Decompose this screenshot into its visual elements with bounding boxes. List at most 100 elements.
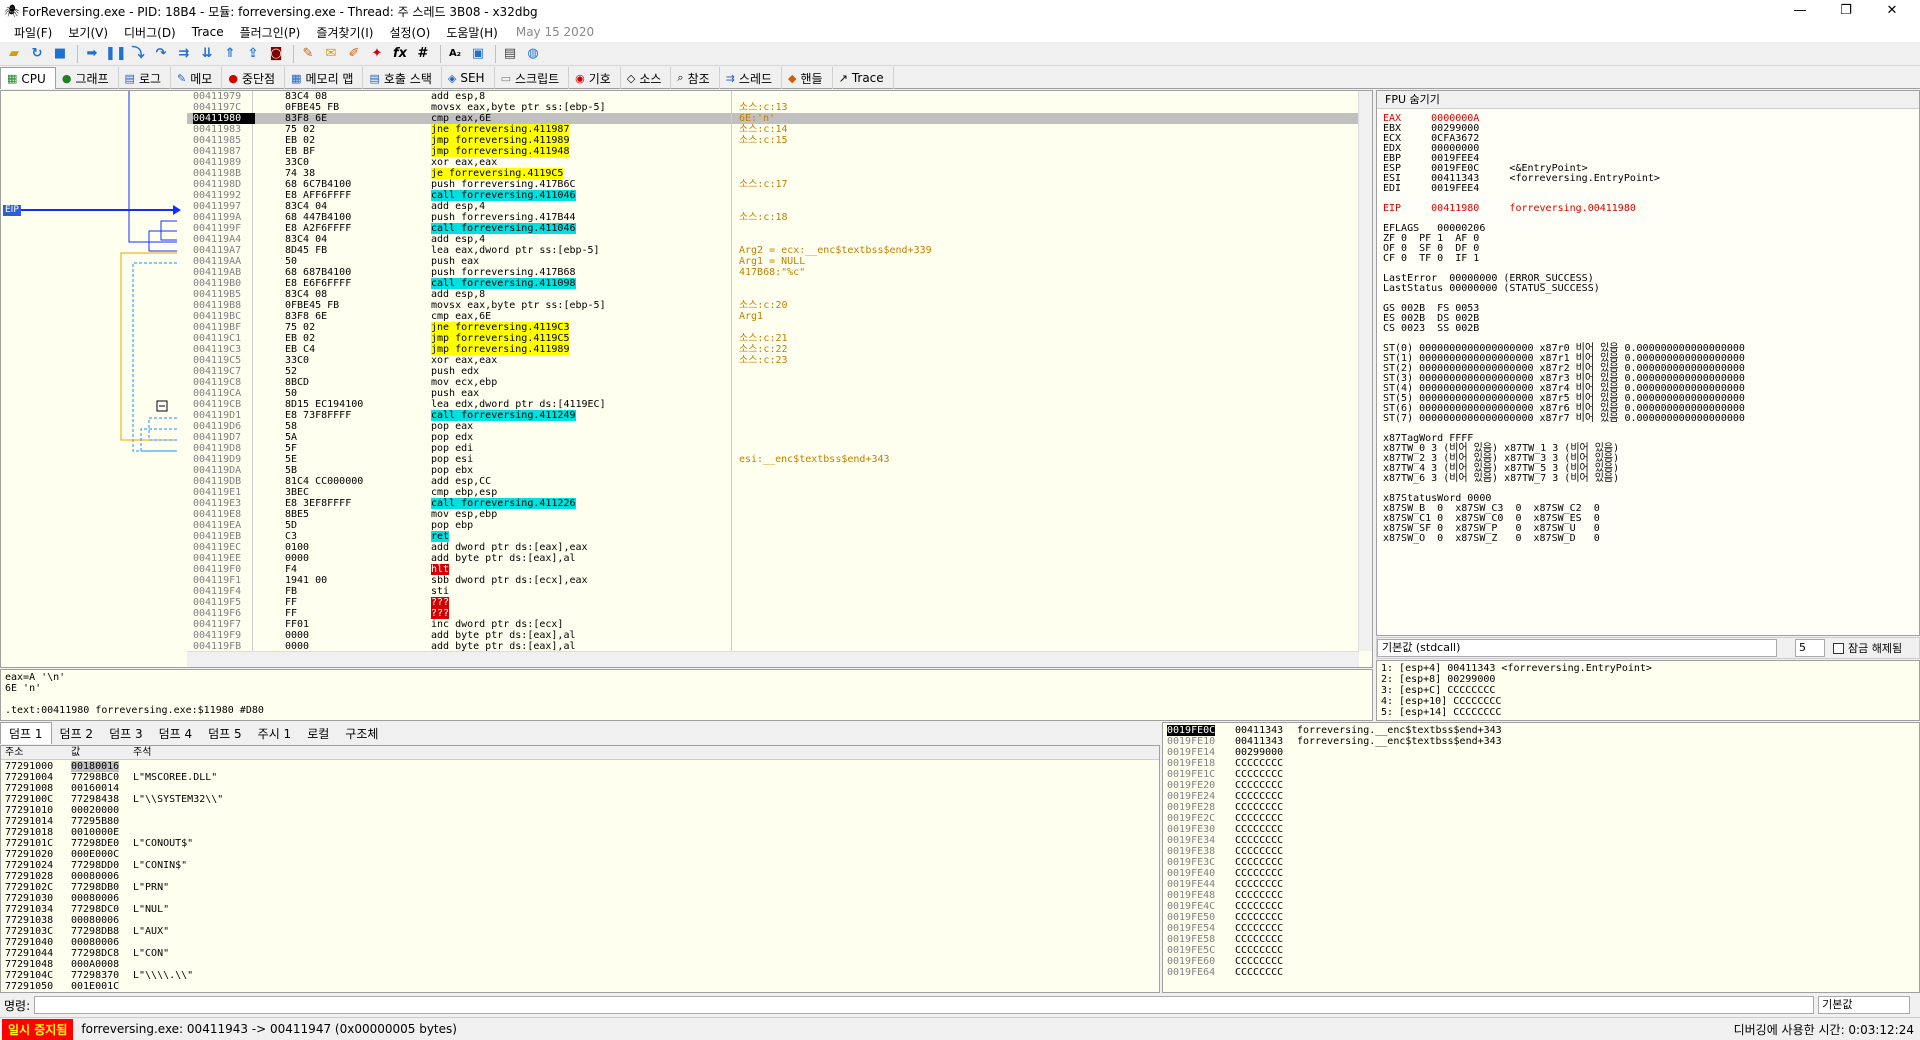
dump-row[interactable]: 7729102C 77298DB0 L"PRN": [1, 882, 1141, 893]
stack-row[interactable]: 0019FE5C CCCCCCCC: [1163, 945, 1903, 956]
stack-view[interactable]: 0019FE0C 00411343 forreversing.__enc$textb…: [1162, 722, 1920, 993]
stack-row[interactable]: 0019FE44 CCCCCCCC: [1163, 879, 1903, 890]
disasm-row[interactable]: 004119D9 5E pop esi esi:__enc$textbss$end+3…: [187, 454, 1359, 465]
trace-over-icon[interactable]: ⇊: [197, 44, 217, 64]
dump-tab-1[interactable]: 덤프 2: [52, 722, 102, 744]
dump-row[interactable]: 7729100C 77298438 L"\\SYSTEM32\\": [1, 794, 1141, 805]
register-line[interactable]: ST(7) 0000000000000000000 x87r7 비어 있음 0.…: [1383, 413, 1745, 424]
disasm-row[interactable]: 00411980 83F8 6E cmp eax,6E 6E:'n': [187, 113, 1359, 124]
disasm-row[interactable]: 0041199F E8 A2F6FFFF call forreversing.411…: [187, 223, 1359, 234]
disasm-row[interactable]: 004119B0 E8 E6F6FFFF call forreversing.411…: [187, 278, 1359, 289]
disasm-row[interactable]: 00411992 E8 AFF6FFFF call forreversing.411…: [187, 190, 1359, 201]
disasm-row[interactable]: 004119E3 E8 3EF8FFFF call forreversing.411…: [187, 498, 1359, 509]
function-icon[interactable]: fx: [390, 44, 410, 64]
menu-item[interactable]: 보기(V): [60, 24, 116, 41]
stack-row[interactable]: 0019FE64 CCCCCCCC: [1163, 967, 1903, 978]
tab-14[interactable]: ↗ Trace: [833, 67, 894, 89]
stack-row[interactable]: 0019FE1C CCCCCCCC: [1163, 769, 1903, 780]
disasm-row[interactable]: 004119D8 5F pop edi: [187, 443, 1359, 454]
tab-12[interactable]: ⇉ 스레드: [720, 67, 783, 89]
minimize-button[interactable]: —: [1777, 0, 1823, 22]
stack-row[interactable]: 0019FE30 CCCCCCCC: [1163, 824, 1903, 835]
disasm-row[interactable]: 004119EE 0000 add byte ptr ds:[eax],al: [187, 553, 1359, 564]
stack-row[interactable]: 0019FE2C CCCCCCCC: [1163, 813, 1903, 824]
disasm-row[interactable]: 004119EB C3 ret: [187, 531, 1359, 542]
stack-row[interactable]: 0019FE0C 00411343 forreversing.__enc$textb…: [1163, 725, 1903, 736]
tab-4[interactable]: ● 중단점: [222, 67, 286, 89]
disasm-row[interactable]: 004119DA 5B pop ebx: [187, 465, 1359, 476]
dump-row[interactable]: 77291020 000E000C: [1, 849, 1141, 860]
disasm-row[interactable]: 004119D7 5A pop edx: [187, 432, 1359, 443]
tab-3[interactable]: ✎ 메모: [171, 67, 223, 89]
register-line[interactable]: EDI 0019FEE4: [1383, 183, 1479, 194]
tab-10[interactable]: ◇ 소스: [621, 67, 672, 89]
tab-2[interactable]: ▤ 로그: [119, 67, 172, 89]
disassembly-rows[interactable]: 00411979 83C4 08 add esp,8 0041197C 0FBE45 F…: [187, 91, 1359, 652]
disasm-row[interactable]: 004119BC 83F8 6E cmp eax,6E Arg1: [187, 311, 1359, 322]
disasm-row[interactable]: 004119F9 0000 add byte ptr ds:[eax],al: [187, 630, 1359, 641]
run-to-user-code-icon[interactable]: ⇪: [243, 44, 263, 64]
disasm-row[interactable]: 0041199A 68 447B4100 push forreversing.417…: [187, 212, 1359, 223]
stack-row[interactable]: 0019FE28 CCCCCCCC: [1163, 802, 1903, 813]
disasm-row[interactable]: 004119D1 E8 73F8FFFF call forreversing.411…: [187, 410, 1359, 421]
dump-row[interactable]: 77291008 00160014: [1, 783, 1141, 794]
stack-row[interactable]: 0019FE60 CCCCCCCC: [1163, 956, 1903, 967]
dump-tab-5[interactable]: 주시 1: [250, 722, 300, 744]
menu-item[interactable]: 파일(F): [6, 24, 60, 41]
dump-tab-7[interactable]: 구조체: [337, 722, 386, 744]
disasm-row[interactable]: 004119AA 50 push eax Arg1 = NULL: [187, 256, 1359, 267]
disassembly-hscrollbar[interactable]: [187, 651, 1359, 667]
disasm-row[interactable]: 004119B5 83C4 08 add esp,8: [187, 289, 1359, 300]
bookmark-icon[interactable]: ✦: [367, 44, 387, 64]
font-icon[interactable]: A₂: [445, 44, 465, 64]
globe-icon[interactable]: ◍: [523, 44, 543, 64]
stack-row[interactable]: 0019FE40 CCCCCCCC: [1163, 868, 1903, 879]
disassembly-view[interactable]: EIP 00411979 83C4 08 add esp,8 0041197C 0FBE…: [0, 90, 1373, 668]
menu-item[interactable]: 즐겨찾기(I): [308, 24, 381, 41]
dump-row[interactable]: 77291018 0010000E: [1, 827, 1141, 838]
disasm-row[interactable]: 0041198D 68 6C7B4100 push forreversing.417…: [187, 179, 1359, 190]
disasm-row[interactable]: 004119A4 83C4 04 add esp,4: [187, 234, 1359, 245]
close-button[interactable]: ✕: [1869, 0, 1915, 22]
register-line[interactable]: CS 0023 SS 002B: [1383, 323, 1479, 334]
disasm-row[interactable]: 00411985 EB 02 jmp forreversing.411989 소스:c…: [187, 135, 1359, 146]
dump-row[interactable]: 77291014 77295B80: [1, 816, 1141, 827]
disasm-row[interactable]: 00411987 EB BF jmp forreversing.411948: [187, 146, 1359, 157]
lock-checkbox[interactable]: [1833, 642, 1844, 654]
disasm-row[interactable]: 004119EA 5D pop ebp: [187, 520, 1359, 531]
comment-icon[interactable]: ✉: [321, 44, 341, 64]
register-line[interactable]: CF 0 TF 0 IF 1: [1383, 253, 1479, 264]
dump-row[interactable]: 77291004 77298BC0 L"MSCOREE.DLL": [1, 772, 1141, 783]
hash-icon[interactable]: #: [413, 44, 433, 64]
dump-row[interactable]: 77291010 00020000: [1, 805, 1141, 816]
dump-tab-3[interactable]: 덤프 4: [151, 722, 201, 744]
tab-7[interactable]: ◈ SEH: [442, 67, 495, 89]
disasm-row[interactable]: 004119BF 75 02 jne forreversing.4119C3: [187, 322, 1359, 333]
disasm-row[interactable]: 004119EC 0100 add dword ptr ds:[eax],eax: [187, 542, 1359, 553]
dump-row[interactable]: 7729103C 77298DB8 L"AUX": [1, 926, 1141, 937]
dump-row[interactable]: 77291050 001E001C: [1, 981, 1141, 992]
maximize-button[interactable]: ❐: [1823, 0, 1869, 22]
stack-row[interactable]: 0019FE54 CCCCCCCC: [1163, 923, 1903, 934]
trace-into-icon[interactable]: ⇉: [174, 44, 194, 64]
dump-tab-0[interactable]: 덤프 1: [0, 722, 52, 744]
scylla-icon[interactable]: ◙: [266, 44, 286, 64]
label-icon[interactable]: ✐: [344, 44, 364, 64]
disasm-row[interactable]: 004119C1 EB 02 jmp forreversing.4119C5 소스:c…: [187, 333, 1359, 344]
stack-row[interactable]: 0019FE20 CCCCCCCC: [1163, 780, 1903, 791]
disasm-row[interactable]: 004119C5 33C0 xor eax,eax 소스:c:23: [187, 355, 1359, 366]
dump-view[interactable]: 주소 값 주석 77291000 00180016 77291004 77298BC0…: [0, 745, 1160, 993]
register-line[interactable]: x87SW_O 0 x87SW_Z 0 x87SW_D 0: [1383, 533, 1600, 544]
disasm-row[interactable]: 004119F0 F4 hlt: [187, 564, 1359, 575]
disasm-row[interactable]: 0041197C 0FBE45 FB movsx eax,byte ptr ss:[…: [187, 102, 1359, 113]
disasm-row[interactable]: 0041198B 74 38 je forreversing.4119C5: [187, 168, 1359, 179]
dump-row[interactable]: 77291000 00180016: [1, 761, 1141, 772]
disasm-row[interactable]: 004119F1 1941 00 sbb dword ptr ds:[ecx],ea…: [187, 575, 1359, 586]
dump-row[interactable]: 77291048 000A0008: [1, 959, 1141, 970]
disasm-row[interactable]: 00411997 83C4 04 add esp,4: [187, 201, 1359, 212]
stack-row[interactable]: 0019FE3C CCCCCCCC: [1163, 857, 1903, 868]
disasm-row[interactable]: 004119F4 FB sti: [187, 586, 1359, 597]
dump-row[interactable]: 7729104C 77298370 L"\\\\.\\": [1, 970, 1141, 981]
disasm-row[interactable]: 004119C8 8BCD mov ecx,ebp: [187, 377, 1359, 388]
disasm-row[interactable]: 004119F7 FF01 inc dword ptr ds:[ecx]: [187, 619, 1359, 630]
